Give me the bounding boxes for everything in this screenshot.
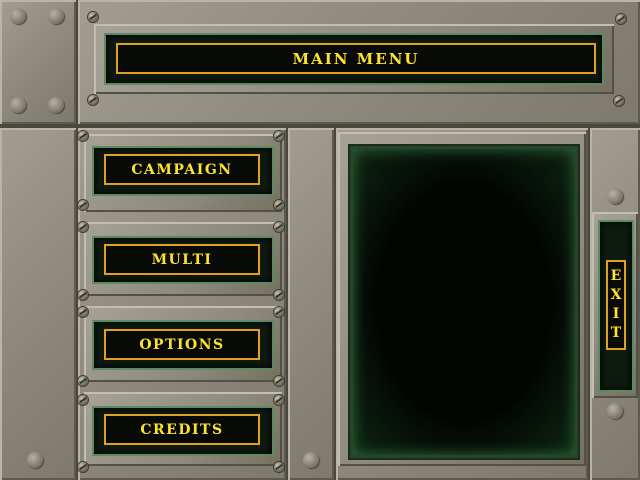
exit-button[interactable]: E X I T bbox=[606, 260, 626, 350]
screw-icon bbox=[274, 395, 284, 405]
screw-icon bbox=[78, 290, 88, 300]
screw-icon bbox=[78, 395, 88, 405]
screw-icon bbox=[78, 307, 88, 317]
exit-letter: T bbox=[610, 325, 622, 341]
horizontal-seam bbox=[0, 124, 640, 128]
rivet bbox=[48, 97, 64, 113]
multi-button[interactable]: MULTI bbox=[104, 244, 260, 275]
campaign-button[interactable]: CAMPAIGN bbox=[104, 154, 260, 185]
preview-screen bbox=[350, 146, 578, 458]
rivet bbox=[27, 452, 43, 468]
screw-icon bbox=[274, 200, 284, 210]
rivet bbox=[10, 8, 26, 24]
screw-icon bbox=[88, 95, 98, 105]
screw-icon bbox=[78, 222, 88, 232]
rivet bbox=[607, 188, 623, 204]
screw-icon bbox=[274, 376, 284, 386]
screw-icon bbox=[274, 131, 284, 141]
exit-letter: E bbox=[610, 268, 622, 284]
screw-icon bbox=[274, 222, 284, 232]
screw-icon bbox=[616, 14, 626, 24]
left-column-plate bbox=[0, 128, 76, 480]
vertical-seam bbox=[588, 128, 590, 480]
exit-letter: X bbox=[610, 287, 622, 303]
vertical-seam bbox=[286, 128, 288, 480]
screw-icon bbox=[78, 462, 88, 472]
screw-icon bbox=[78, 376, 88, 386]
page-title: MAIN MENU bbox=[116, 43, 596, 74]
credits-button[interactable]: CREDITS bbox=[104, 414, 260, 445]
screw-icon bbox=[88, 12, 98, 22]
rivet bbox=[48, 8, 64, 24]
vertical-seam bbox=[334, 128, 336, 480]
screw-icon bbox=[274, 290, 284, 300]
exit-letter: I bbox=[612, 306, 620, 322]
divider-plate bbox=[288, 128, 334, 480]
rivet bbox=[607, 403, 623, 419]
screw-icon bbox=[274, 307, 284, 317]
rivet bbox=[303, 452, 319, 468]
options-button[interactable]: OPTIONS bbox=[104, 329, 260, 360]
screw-icon bbox=[614, 96, 624, 106]
rivet bbox=[10, 97, 26, 113]
vertical-seam bbox=[76, 0, 78, 480]
screw-icon bbox=[78, 131, 88, 141]
screw-icon bbox=[274, 462, 284, 472]
screw-icon bbox=[78, 200, 88, 210]
